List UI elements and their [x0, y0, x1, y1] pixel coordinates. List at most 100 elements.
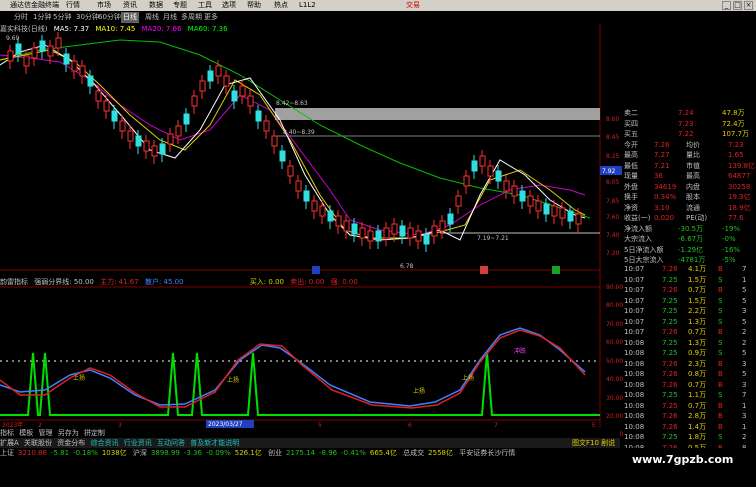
trade-cell: 1.1万: [688, 391, 707, 399]
index-hs-name[interactable]: 沪深: [133, 449, 147, 457]
candle-body: [183, 113, 190, 125]
indicator-axis: 90.00 80.00 70.00 60.00 50.00 40.00 30.0…: [606, 284, 623, 438]
quote-cell: 18.9亿: [728, 203, 751, 212]
quote-cell: -0%: [722, 235, 736, 243]
trade-row: 10:07 7.25 1.5万 S 5: [624, 296, 756, 307]
index-hs-change: -3.36: [183, 449, 202, 457]
trade-cell: B: [718, 401, 723, 410]
main-force-line-red: [0, 329, 586, 409]
candle-body: [359, 227, 366, 239]
index-sh-name[interactable]: 上证: [0, 449, 14, 457]
tab-save-as[interactable]: 另存为: [58, 429, 79, 437]
event-marker-green[interactable]: [552, 266, 560, 274]
trade-cell: 10:07: [624, 317, 645, 326]
ind-label-drop: 冲跌: [514, 347, 526, 355]
candle-body: [399, 225, 406, 237]
trade-cell: 2.3万: [688, 359, 707, 368]
candle-body: [527, 195, 534, 207]
tab-ext[interactable]: 扩展A: [0, 439, 19, 447]
quote-row: 大宗流入 -6.67万 -0%: [624, 234, 756, 245]
resistance-band: [275, 108, 600, 120]
tab-news[interactable]: 综合资讯: [91, 439, 119, 447]
trade-row: 10:07 7.25 2.2万 S 3: [624, 306, 756, 317]
tab-industry[interactable]: 行业资讯: [124, 439, 152, 447]
ind-param-main: 主力: 41.67: [100, 278, 139, 286]
tab-template[interactable]: 模板: [19, 429, 33, 437]
trade-cell: S: [718, 349, 723, 357]
trade-row: 10:08 7.25 1.3万 S 2: [624, 338, 756, 349]
index-hs-amount: 526.1亿: [234, 449, 262, 457]
trade-cell: 7.25: [662, 401, 678, 410]
index-sh-amount: 1038亿: [101, 449, 127, 457]
quote-cell: 139.8亿: [728, 161, 756, 170]
candle-body: [63, 53, 70, 65]
ind-param-buy: 买入: 0.00: [249, 278, 284, 286]
event-marker-blue[interactable]: [312, 266, 320, 274]
trade-cell: 7.25: [662, 349, 678, 357]
trade-cell: S: [718, 296, 723, 305]
event-marker-red[interactable]: [480, 266, 488, 274]
tab-manage[interactable]: 管理: [38, 429, 52, 437]
candle-body: [407, 227, 414, 239]
trade-cell: 10:07: [624, 328, 645, 336]
trade-cell: 10:08: [624, 359, 645, 368]
tab-f10[interactable]: 图文F10 剧说: [572, 438, 615, 448]
tab-related[interactable]: 关联股份: [24, 439, 52, 447]
candle-body: [415, 230, 422, 242]
trade-cell: 0.7万: [688, 401, 707, 410]
ind-tick: 80.00: [606, 302, 623, 309]
candle-body: [375, 230, 382, 242]
trade-cell: 7.26: [662, 412, 678, 420]
quote-cell: 市值: [686, 161, 700, 170]
ind-tick: 90.00: [606, 284, 623, 291]
ind-param-sell: 卖出: 0.00: [290, 278, 325, 286]
ind-tick: 60.00: [606, 339, 623, 346]
candle-body: [223, 75, 230, 87]
quote-cell: -30.5万: [678, 224, 704, 233]
trade-row: 10:08 7.25 1.1万 S 7: [624, 390, 756, 401]
date-cursor-label: 2023/03/27: [208, 421, 243, 428]
quote-row: 最高 7.27 量比 1.65: [624, 150, 756, 161]
candle-body: [343, 220, 350, 232]
trade-row: 10:07 7.26 0.7万 B 2: [624, 327, 756, 338]
trade-cell: B: [718, 265, 723, 273]
tab-custom[interactable]: 拼定制: [84, 429, 105, 437]
candle-body: [279, 150, 286, 162]
trade-cell: 10:07: [624, 286, 645, 294]
trade-cell: B: [718, 412, 723, 420]
quote-cell: 均价: [686, 140, 700, 149]
quote-cell: 换手: [624, 193, 638, 201]
quote-cell: 7.27: [654, 151, 670, 159]
quote-cell: 买四: [624, 119, 638, 128]
tab-guide[interactable]: 普及新才能说明: [190, 439, 239, 447]
range2-label: 8.40~8.39: [283, 129, 315, 136]
candle-body: [247, 95, 254, 107]
total-volume-value: 2558亿: [428, 449, 453, 457]
ind-param-strong: 强: 0.00: [330, 278, 358, 286]
candle-body: [295, 180, 302, 192]
trade-cell: 7: [742, 391, 747, 399]
price-tick: 8.25: [606, 153, 620, 160]
ind-tick: 30.00: [606, 395, 623, 402]
candle-body: [439, 220, 446, 232]
quote-cell: 0.020: [654, 214, 675, 222]
tab-indicator[interactable]: 指标: [0, 429, 14, 437]
trade-cell: 3: [742, 412, 747, 420]
indicator-name[interactable]: 韵雷指标: [0, 278, 28, 286]
candle-body: [335, 215, 342, 227]
tab-qa[interactable]: 互动问答: [157, 439, 185, 447]
trade-cell: 2: [742, 338, 747, 347]
quote-cell: 现量: [624, 172, 638, 180]
candle-body: [495, 170, 502, 182]
trade-cell: 0.7万: [688, 380, 707, 389]
quote-cell: 64877: [728, 172, 751, 180]
index-cy-name[interactable]: 创业: [268, 449, 282, 457]
quote-cell: 7.26: [654, 140, 670, 149]
price-tick: 7.40: [606, 232, 620, 239]
candle-body: [255, 110, 262, 122]
quote-cell: 30258: [728, 182, 751, 191]
retail-line-blue: [0, 327, 586, 407]
trade-cell: 7.26: [662, 380, 678, 389]
candle-body: [103, 100, 110, 112]
tab-fund-flow[interactable]: 资金分布: [57, 439, 85, 447]
